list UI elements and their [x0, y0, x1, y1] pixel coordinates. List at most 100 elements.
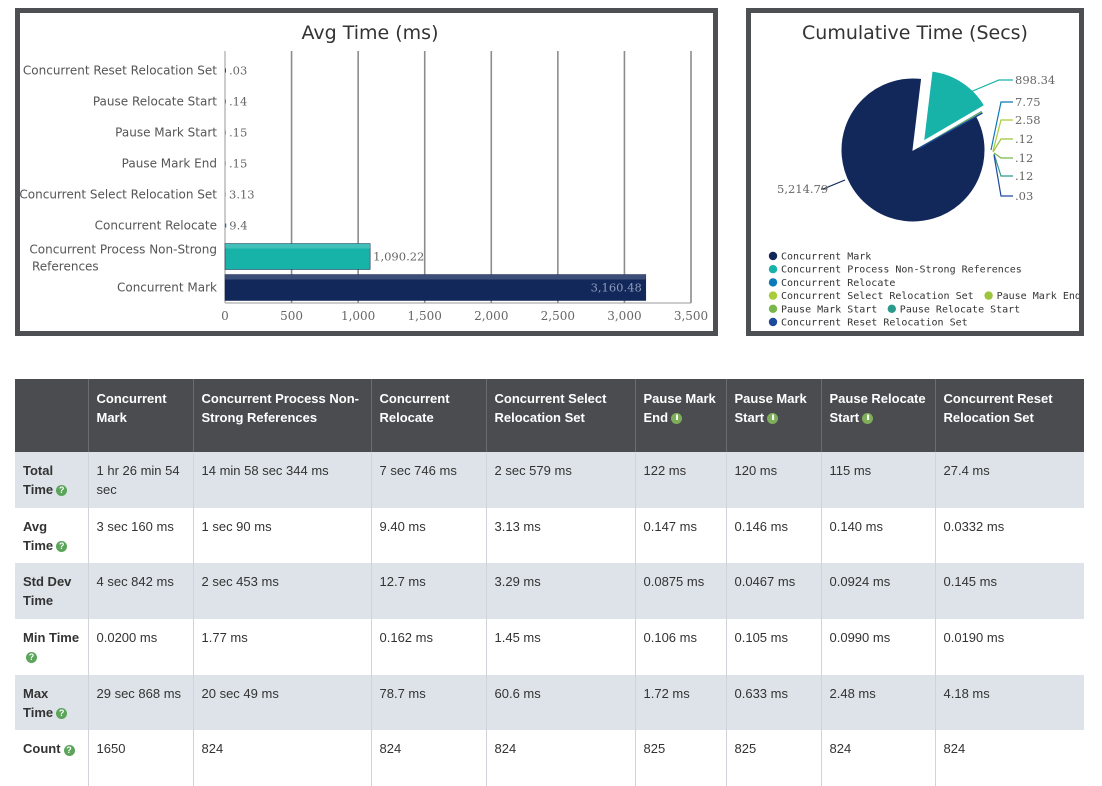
table-cell: 1.45 ms: [486, 619, 636, 675]
bar-value-label: 9.4: [229, 219, 247, 233]
table-cell: 0.0200 ms: [88, 619, 194, 675]
table-cell: 2 sec 453 ms: [193, 563, 372, 620]
row-header-label: Avg Time: [23, 518, 54, 553]
bar-value-label: .15: [229, 157, 247, 171]
legend-entry[interactable]: Pause Relocate Start: [900, 304, 1020, 315]
legend-marker: [768, 304, 778, 313]
legend-marker: [768, 251, 778, 261]
avg-time-chart-panel: Avg Time (ms) .03 .14 .15 .15 3.13 9.4 1,090.2…: [15, 8, 718, 336]
legend-entry[interactable]: Pause Mark Start: [781, 304, 877, 315]
bar[interactable]: [225, 161, 226, 166]
question-circle-icon[interactable]: ?: [56, 485, 68, 497]
bar[interactable]: [225, 223, 227, 228]
question-circle-icon[interactable]: ?: [26, 652, 37, 664]
table-cell: 3 sec 160 ms: [88, 507, 194, 564]
table-cell: 20 sec 49 ms: [193, 674, 372, 731]
table-cell: 1 hr 26 min 54 sec: [88, 452, 194, 508]
bar-value-label: 3.13: [229, 188, 255, 202]
legend-marker: [887, 304, 896, 313]
table-cell: 122 ms: [635, 452, 727, 508]
table-cell: 3.29 ms: [486, 563, 636, 620]
table-cell: 0.0924 ms: [821, 563, 936, 620]
table-cell: 78.7 ms: [371, 674, 487, 731]
x-tick-label: 1,000: [341, 309, 375, 323]
bar[interactable]: [225, 68, 226, 73]
table-cell: 0.140 ms: [821, 507, 936, 564]
column-header[interactable]: Concurrent Reset Relocation Set: [935, 379, 1084, 452]
table-cell: 4.18 ms: [935, 674, 1084, 731]
table-cell: 824: [935, 730, 1084, 786]
row-header-label: Std Dev Time: [23, 574, 72, 609]
column-header[interactable]: Pause Mark Start ll: [726, 379, 822, 452]
category-label: Pause Mark Start: [115, 126, 217, 140]
category-label: Concurrent Select Relocation Set: [20, 188, 217, 202]
legend-marker: [768, 317, 778, 327]
column-header[interactable]: Concurrent Relocate: [371, 379, 487, 452]
table-cell: 0.633 ms: [726, 674, 822, 731]
category-label: Concurrent Relocate: [95, 219, 217, 233]
row-header: Count?: [15, 730, 89, 786]
legend-entry[interactable]: Concurrent Mark: [781, 252, 871, 263]
legend-entry[interactable]: Pause Mark End: [997, 291, 1079, 302]
bar-value-label: .15: [229, 126, 247, 140]
table-cell: 120 ms: [726, 452, 822, 508]
x-tick-label: 2,000: [474, 309, 508, 323]
row-header: Total Time?: [15, 452, 89, 508]
pause-circle-icon[interactable]: ll: [671, 413, 683, 425]
row-header-label: Count: [23, 741, 61, 757]
table-cell: 0.105 ms: [726, 619, 822, 675]
pie-value-label: 7.75: [1015, 95, 1041, 109]
cumulative-time-chart-panel: Cumulative Time (Secs) 898.34 7.75 2.58 .12…: [746, 8, 1084, 336]
table-cell: 1.72 ms: [635, 674, 727, 731]
table-cell: 1.77 ms: [193, 619, 372, 675]
question-circle-icon[interactable]: ?: [56, 707, 68, 719]
table-cell: 824: [821, 730, 936, 786]
legend-entry[interactable]: Concurrent Relocate: [781, 278, 895, 289]
leader-line: [990, 101, 1013, 151]
bar[interactable]: [225, 99, 226, 104]
table-cell: 2.48 ms: [821, 674, 936, 731]
column-header-label: Concurrent Reset Relocation Set: [943, 391, 1053, 425]
category-label: Pause Relocate Start: [93, 95, 217, 109]
x-tick-label: 3,500: [674, 309, 708, 323]
table-row: Total Time? 1 hr 26 min 54 sec 14 min 58 s…: [15, 452, 1084, 508]
bar[interactable]: [225, 192, 226, 197]
legend-entry[interactable]: Concurrent Select Relocation Set: [781, 291, 974, 302]
pie-value-label: 898.34: [1015, 73, 1055, 87]
row-header-label: Max Time: [23, 685, 54, 720]
pause-circle-icon[interactable]: ll: [767, 413, 779, 425]
table-cell: 824: [486, 730, 636, 786]
row-header: Avg Time?: [15, 507, 89, 564]
avg-time-chart-title: Avg Time (ms): [302, 22, 439, 44]
legend-marker: [768, 265, 778, 274]
legend-entry[interactable]: Concurrent Process Non-Strong References: [781, 265, 1022, 276]
x-tick-label: 2,500: [541, 309, 575, 323]
bar-highlight: [225, 274, 646, 280]
cumulative-time-chart-title: Cumulative Time (Secs): [802, 22, 1028, 44]
question-circle-icon[interactable]: ?: [63, 744, 75, 756]
category-label: Pause Mark End: [122, 157, 217, 171]
pause-circle-icon[interactable]: ll: [862, 413, 874, 425]
table-cell: 3.13 ms: [486, 507, 636, 564]
column-header[interactable]: Concurrent Mark: [88, 379, 194, 452]
question-circle-icon[interactable]: ?: [56, 540, 68, 552]
pie-value-label: 5,214.79: [777, 182, 828, 196]
legend-entry[interactable]: Concurrent Reset Relocation Set: [781, 318, 968, 329]
bar[interactable]: [225, 130, 226, 135]
table-cell: 7 sec 746 ms: [371, 452, 487, 508]
table-cell: 4 sec 842 ms: [88, 563, 194, 620]
gc-phase-stats-table: Concurrent Mark Concurrent Process Non-St…: [15, 379, 1084, 786]
table-cell: 1 sec 90 ms: [193, 507, 372, 564]
table-cell: 0.106 ms: [635, 619, 727, 675]
column-header[interactable]: Concurrent Select Relocation Set: [486, 379, 636, 452]
pie-value-label: .12: [1015, 132, 1033, 146]
column-header[interactable]: Concurrent Process Non-Strong References: [193, 379, 372, 452]
leader-line: [993, 152, 1013, 159]
table-cell: 0.146 ms: [726, 507, 822, 564]
column-header[interactable]: Pause Relocate Start ll: [821, 379, 936, 452]
column-header[interactable]: Pause Mark End ll: [635, 379, 727, 452]
bar-value-label: 3,160.48: [591, 281, 642, 295]
x-tick-label: 3,000: [607, 309, 641, 323]
bar-highlight: [225, 243, 371, 249]
table-cell: 824: [371, 730, 487, 786]
